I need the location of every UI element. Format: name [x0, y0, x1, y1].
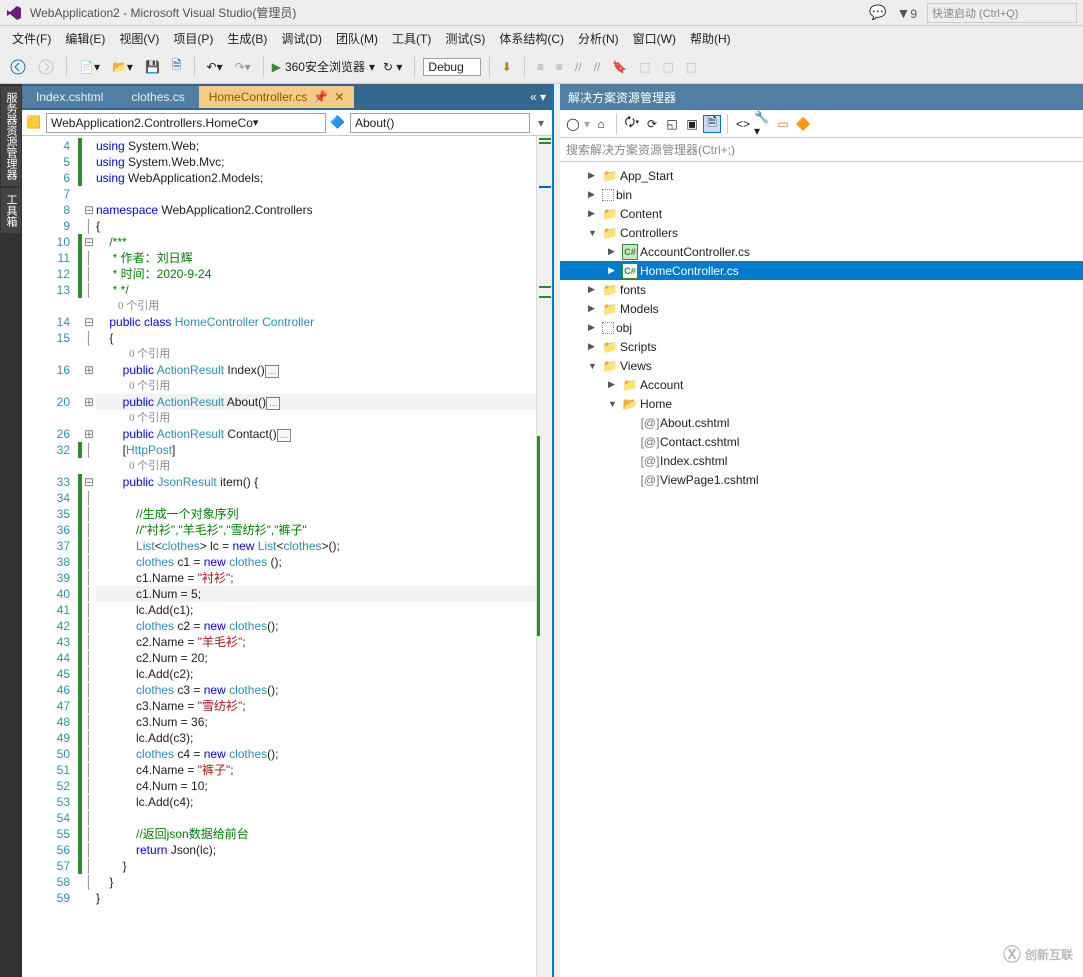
class-icon: 🟨 — [26, 115, 42, 131]
menu-item[interactable]: 工具(T) — [386, 28, 437, 49]
document-tabstrip: Index.cshtml clothes.cs HomeController.c… — [22, 84, 552, 110]
tree-item[interactable]: [@]About.cshtml — [560, 413, 1083, 432]
menu-item[interactable]: 编辑(E) — [59, 28, 111, 49]
solution-explorer-panel: 解决方案资源管理器 ◯ ▾ ⌂ 🗘▾ ⟳ ◱ ▣ 🗎 <> 🔧▾ ▭ 🔶 搜索解… — [560, 84, 1083, 977]
code-editor[interactable]: 4567891011121314151620263233343536373839… — [22, 136, 552, 977]
step-icon[interactable]: ⬇ — [498, 58, 516, 76]
nav-back-icon[interactable] — [6, 57, 30, 77]
left-tool-rail: 服务器资源管理器 工具箱 — [0, 84, 22, 977]
tree-item[interactable]: ▼📂Home — [560, 394, 1083, 413]
tool-icon[interactable]: ⬚ — [659, 58, 678, 76]
nav-forward-icon[interactable] — [34, 57, 58, 77]
tree-item[interactable]: [@]Contact.cshtml — [560, 432, 1083, 451]
menu-item[interactable]: 窗口(W) — [627, 28, 682, 49]
sync-icon[interactable]: 🗘▾ — [623, 115, 641, 133]
menu-item[interactable]: 项目(P) — [167, 28, 219, 49]
main-toolbar: 📄▾ 📂▾ 💾 🗎 ↶▾ ↷▾ ▶360安全浏览器 ▾ ↻ ▾ Debug ⬇ … — [0, 50, 1083, 84]
save-all-icon[interactable]: 🗎 — [168, 54, 186, 79]
tab-homecontroller-cs[interactable]: HomeController.cs 📌 ✕ — [199, 86, 355, 108]
tree-item[interactable]: ▶📁Account — [560, 375, 1083, 394]
collapse-icon[interactable]: ◱ — [663, 115, 681, 133]
tree-item[interactable]: ▶📁Scripts — [560, 337, 1083, 356]
menu-item[interactable]: 团队(M) — [330, 28, 384, 49]
code-nav-bar: 🟨 WebApplication2.Controllers.HomeCo ▾ 🔷… — [22, 110, 552, 136]
watermark: Ⓧ 创新互联 — [1003, 941, 1073, 967]
quick-launch-input[interactable]: 快速启动 (Ctrl+Q) — [927, 3, 1077, 23]
notifications-flag-icon[interactable]: ▼9 — [896, 5, 917, 21]
tree-item[interactable]: ▶C#AccountController.cs — [560, 242, 1083, 261]
bookmark-icon[interactable]: 🔖 — [608, 58, 631, 76]
format-icon[interactable]: ⬚ — [635, 58, 654, 76]
solution-search-input[interactable]: 搜索解决方案资源管理器(Ctrl+;) — [560, 138, 1083, 162]
tree-item[interactable]: ▼📁Views — [560, 356, 1083, 375]
code-view-icon[interactable]: <> — [734, 115, 752, 133]
undo-icon[interactable]: ↶▾ — [203, 58, 227, 76]
open-file-icon[interactable]: 📂▾ — [108, 58, 137, 76]
preview-icon[interactable]: ▭ — [774, 115, 792, 133]
chat-icon[interactable]: 💬 — [869, 4, 886, 21]
vs-logo-icon — [6, 5, 22, 21]
panel-title: 解决方案资源管理器 — [560, 84, 1083, 110]
tree-item[interactable]: ▶📁Models — [560, 299, 1083, 318]
config-dropdown[interactable]: Debug — [423, 58, 480, 76]
member-dropdown[interactable]: About() — [350, 113, 530, 133]
show-files-icon[interactable]: 🗎 — [703, 115, 721, 133]
server-explorer-tab[interactable]: 服务器资源管理器 — [1, 86, 21, 186]
menu-item[interactable]: 视图(V) — [113, 28, 165, 49]
window-title: WebApplication2 - Microsoft Visual Studi… — [30, 4, 296, 21]
tab-overflow-icon[interactable]: « ▾ — [524, 86, 552, 108]
tree-item[interactable]: [@]ViewPage1.cshtml — [560, 470, 1083, 489]
tab-label: HomeController.cs — [209, 90, 308, 104]
properties-icon[interactable]: 🔧▾ — [754, 115, 772, 133]
save-icon[interactable]: 💾 — [141, 58, 164, 76]
home-icon[interactable]: ⌂ — [592, 115, 610, 133]
redo-icon[interactable]: ↷▾ — [231, 58, 255, 76]
tree-item[interactable]: ▼📁Controllers — [560, 223, 1083, 242]
toolbox-tab[interactable]: 工具箱 — [1, 188, 21, 233]
outdent-icon[interactable]: ≡ — [552, 58, 567, 76]
menu-item[interactable]: 调试(D) — [275, 28, 328, 49]
tree-item[interactable]: ▶📁Content — [560, 204, 1083, 223]
menu-item[interactable]: 帮助(H) — [684, 28, 737, 49]
menu-item[interactable]: 测试(S) — [439, 28, 491, 49]
refresh-icon[interactable]: ⟳ — [643, 115, 661, 133]
pin-icon[interactable]: 📌 — [313, 90, 328, 104]
menu-bar: 文件(F)编辑(E)视图(V)项目(P)生成(B)调试(D)团队(M)工具(T)… — [0, 26, 1083, 50]
comment-icon[interactable]: // — [571, 58, 586, 76]
tree-item[interactable]: ▶bin — [560, 185, 1083, 204]
tool2-icon[interactable]: ⬚ — [682, 58, 701, 76]
tab-index-cshtml[interactable]: Index.cshtml — [22, 86, 117, 108]
uncomment-icon[interactable]: // — [590, 58, 605, 76]
editor-pane: Index.cshtml clothes.cs HomeController.c… — [22, 84, 554, 977]
tree-item[interactable]: ▶📁App_Start — [560, 166, 1083, 185]
tree-item[interactable]: ▶obj — [560, 318, 1083, 337]
browser-refresh-icon[interactable]: ↻ ▾ — [379, 58, 406, 76]
solution-tree[interactable]: ▶📁App_Start▶bin▶📁Content▼📁Controllers▶C#… — [560, 162, 1083, 977]
close-tab-icon[interactable]: ✕ — [334, 90, 344, 104]
menu-item[interactable]: 体系结构(C) — [493, 28, 570, 49]
new-project-icon[interactable]: 📄▾ — [75, 58, 104, 76]
class-view-icon[interactable]: 🔶 — [794, 115, 812, 133]
overview-scrollbar[interactable] — [536, 136, 552, 977]
split-icon[interactable]: ▾ — [534, 116, 548, 130]
scope-dropdown[interactable]: WebApplication2.Controllers.HomeCo ▾ — [46, 113, 326, 133]
show-all-icon[interactable]: ▣ — [683, 115, 701, 133]
method-icon: 🔷 — [330, 115, 346, 131]
start-debug-button[interactable]: ▶360安全浏览器 ▾ — [272, 58, 375, 75]
tree-item[interactable]: ▶C#HomeController.cs — [560, 261, 1083, 280]
solution-toolbar: ◯ ▾ ⌂ 🗘▾ ⟳ ◱ ▣ 🗎 <> 🔧▾ ▭ 🔶 — [560, 110, 1083, 138]
tree-item[interactable]: [@]Index.cshtml — [560, 451, 1083, 470]
title-bar: WebApplication2 - Microsoft Visual Studi… — [0, 0, 1083, 26]
menu-item[interactable]: 生成(B) — [221, 28, 273, 49]
menu-item[interactable]: 文件(F) — [6, 28, 57, 49]
back-icon[interactable]: ◯ — [564, 115, 582, 133]
menu-item[interactable]: 分析(N) — [572, 28, 625, 49]
tree-item[interactable]: ▶📁fonts — [560, 280, 1083, 299]
indent-icon[interactable]: ≡ — [533, 58, 548, 76]
tab-clothes-cs[interactable]: clothes.cs — [117, 86, 198, 108]
